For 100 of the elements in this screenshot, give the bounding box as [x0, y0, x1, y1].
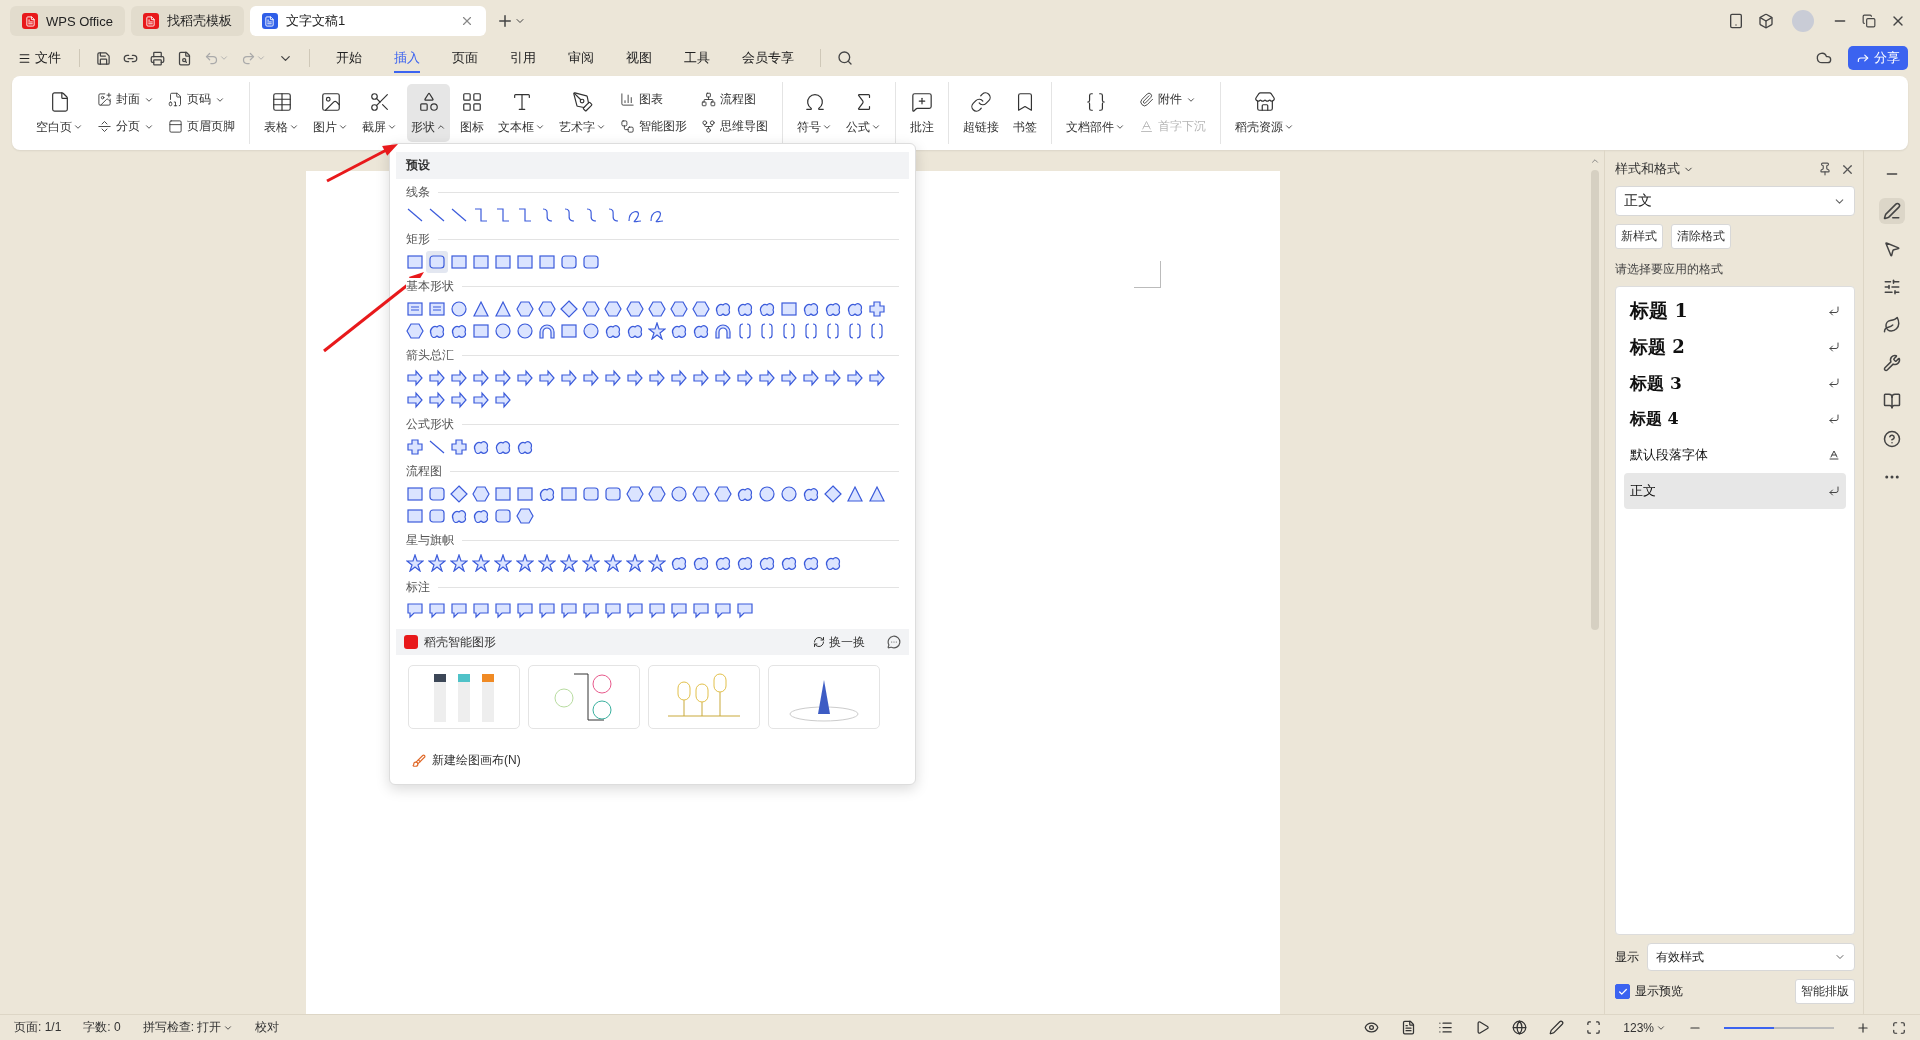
page-view-icon[interactable]: [1401, 1020, 1417, 1035]
leaf-icon[interactable]: [1883, 316, 1901, 334]
shape-option[interactable]: [470, 483, 492, 505]
ribbon-button[interactable]: 文本框: [494, 84, 549, 142]
shape-option[interactable]: [404, 436, 426, 458]
shape-option[interactable]: [624, 483, 646, 505]
style-select[interactable]: 正文: [1615, 186, 1855, 216]
zoom-level[interactable]: 123%: [1623, 1020, 1666, 1035]
ribbon-button[interactable]: 艺术字: [555, 84, 610, 142]
cloud-icon[interactable]: [1816, 50, 1832, 66]
shape-option[interactable]: [426, 552, 448, 574]
shape-option[interactable]: [448, 483, 470, 505]
window-tab[interactable]: WPS Office: [10, 6, 125, 36]
ribbon-tab[interactable]: 开始: [336, 43, 362, 73]
ribbon-tab[interactable]: 视图: [626, 43, 652, 73]
eye-icon[interactable]: [1364, 1020, 1380, 1035]
style-item[interactable]: 标题 1: [1624, 293, 1846, 329]
pointer-icon[interactable]: [1883, 240, 1901, 258]
globe-icon[interactable]: [1512, 1020, 1528, 1035]
ribbon-button[interactable]: 形状: [407, 84, 450, 142]
window-tab[interactable]: 文字文稿1: [249, 6, 486, 36]
infographic-thumbnail[interactable]: [408, 665, 520, 729]
shape-option[interactable]: [404, 320, 426, 342]
ribbon-button[interactable]: 思维导图: [697, 116, 772, 137]
shape-option[interactable]: [448, 436, 470, 458]
filter-select[interactable]: 有效样式: [1647, 943, 1855, 971]
shape-option[interactable]: [624, 552, 646, 574]
share-button[interactable]: 分享: [1848, 46, 1908, 70]
style-action-button[interactable]: 清除格式: [1671, 224, 1731, 249]
ribbon-button[interactable]: 图片: [309, 84, 352, 142]
style-action-button[interactable]: 新样式: [1615, 224, 1663, 249]
shape-option[interactable]: [580, 552, 602, 574]
fullscreen-icon[interactable]: [1892, 1020, 1906, 1035]
shape-option[interactable]: [866, 298, 888, 320]
style-item[interactable]: 标题 4: [1624, 401, 1846, 437]
tablet-icon[interactable]: [1728, 13, 1744, 29]
ribbon-tab[interactable]: 引用: [510, 43, 536, 73]
shape-option[interactable]: [778, 483, 800, 505]
style-item[interactable]: 默认段落字体: [1624, 437, 1846, 473]
shape-option[interactable]: [470, 552, 492, 574]
restore-icon[interactable]: [1862, 14, 1876, 28]
shape-option[interactable]: [492, 320, 514, 342]
shape-option[interactable]: [580, 298, 602, 320]
play-icon[interactable]: [1475, 1020, 1491, 1035]
ribbon-button[interactable]: 公式: [842, 84, 885, 142]
shape-option[interactable]: [580, 320, 602, 342]
infographic-thumbnail[interactable]: [648, 665, 760, 729]
pin-icon[interactable]: [1818, 161, 1832, 176]
ribbon-button[interactable]: 流程图: [697, 89, 772, 110]
ribbon-button[interactable]: 图标: [456, 84, 488, 142]
shape-option[interactable]: [514, 552, 536, 574]
search-icon[interactable]: [837, 50, 853, 66]
shape-option[interactable]: [536, 552, 558, 574]
shape-option[interactable]: [602, 552, 624, 574]
infographic-thumbnail[interactable]: [768, 665, 880, 729]
shape-option[interactable]: [514, 320, 536, 342]
ribbon-button[interactable]: 超链接: [959, 84, 1003, 142]
ribbon-button[interactable]: 符号: [793, 84, 836, 142]
sliders-icon[interactable]: [1883, 278, 1901, 296]
shape-option[interactable]: [448, 298, 470, 320]
file-menu[interactable]: 文件: [12, 45, 67, 71]
style-item[interactable]: 标题 2: [1624, 329, 1846, 365]
shape-option[interactable]: [646, 552, 668, 574]
window-tab[interactable]: 找稻壳模板: [130, 6, 244, 36]
print-icon[interactable]: [150, 50, 165, 66]
shape-option[interactable]: [558, 298, 580, 320]
cube-icon[interactable]: [1758, 13, 1774, 29]
fit-icon[interactable]: [1586, 1020, 1602, 1035]
pen-icon[interactable]: [1549, 1020, 1565, 1035]
ribbon-button[interactable]: 表格: [260, 84, 303, 142]
shape-option[interactable]: [492, 552, 514, 574]
ribbon-button[interactable]: 截屏: [358, 84, 401, 142]
style-item[interactable]: 标题 3: [1624, 365, 1846, 401]
preview-checkbox[interactable]: [1615, 984, 1630, 999]
ribbon-button[interactable]: 文档部件: [1062, 84, 1129, 142]
feedback-icon[interactable]: [887, 635, 901, 649]
proofread-button[interactable]: 校对: [255, 1019, 280, 1036]
new-canvas-button[interactable]: 新建绘图画布(N): [406, 751, 527, 770]
ribbon-button[interactable]: 图表: [616, 89, 691, 110]
wrench-icon[interactable]: [1883, 354, 1901, 372]
ribbon-button[interactable]: 稻壳资源: [1231, 84, 1298, 142]
spell-check-toggle[interactable]: 拼写检查: 打开: [142, 1019, 234, 1036]
shape-option[interactable]: [690, 298, 712, 320]
shape-option[interactable]: [756, 483, 778, 505]
refresh-button[interactable]: 换一换: [807, 632, 871, 652]
help-icon[interactable]: [1883, 430, 1901, 448]
book-icon[interactable]: [1883, 392, 1901, 410]
ribbon-tab[interactable]: 审阅: [568, 43, 594, 73]
ribbon-button[interactable]: 空白页: [32, 84, 87, 142]
ribbon-tab[interactable]: 会员专享: [742, 43, 794, 73]
ribbon-button[interactable]: 书签: [1009, 84, 1041, 142]
shape-option[interactable]: [536, 298, 558, 320]
shape-option[interactable]: [668, 298, 690, 320]
shape-option[interactable]: [822, 483, 844, 505]
shape-option[interactable]: [646, 298, 668, 320]
shape-option[interactable]: [690, 483, 712, 505]
shape-option[interactable]: [404, 552, 426, 574]
ribbon-button[interactable]: 智能图形: [616, 116, 691, 137]
ribbon-button[interactable]: 分页: [93, 116, 158, 137]
ribbon-tab[interactable]: 插入: [394, 43, 420, 73]
